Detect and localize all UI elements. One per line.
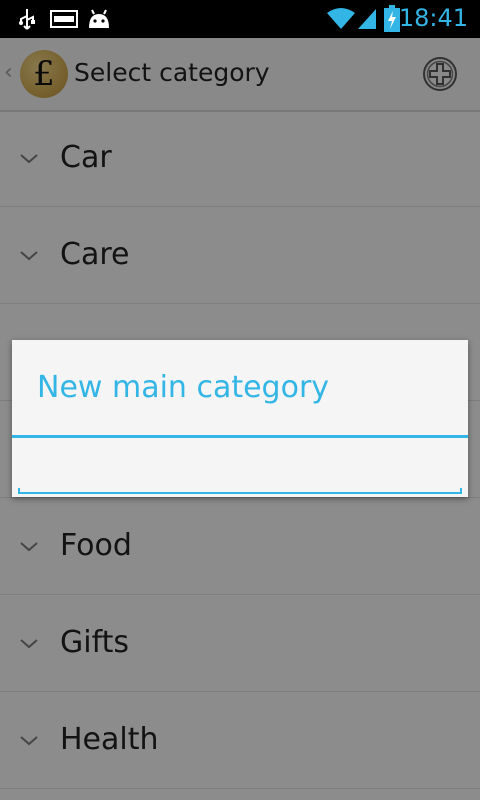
- category-name-input[interactable]: [18, 448, 466, 490]
- status-bar: 18:41: [0, 0, 480, 38]
- new-category-dialog: New main category: [12, 340, 468, 497]
- wifi-icon: [326, 7, 356, 35]
- signal-icon: [356, 7, 378, 35]
- dialog-divider: [12, 435, 468, 438]
- clock-time: 18:41: [398, 4, 468, 32]
- app-notification-icon: [50, 10, 78, 32]
- dialog-title: New main category: [37, 370, 330, 405]
- screen: 18:41 ‹ £ Select category Car Care Food …: [0, 0, 480, 800]
- android-icon: [86, 8, 112, 34]
- input-underline: [18, 488, 462, 494]
- usb-icon: [18, 8, 36, 34]
